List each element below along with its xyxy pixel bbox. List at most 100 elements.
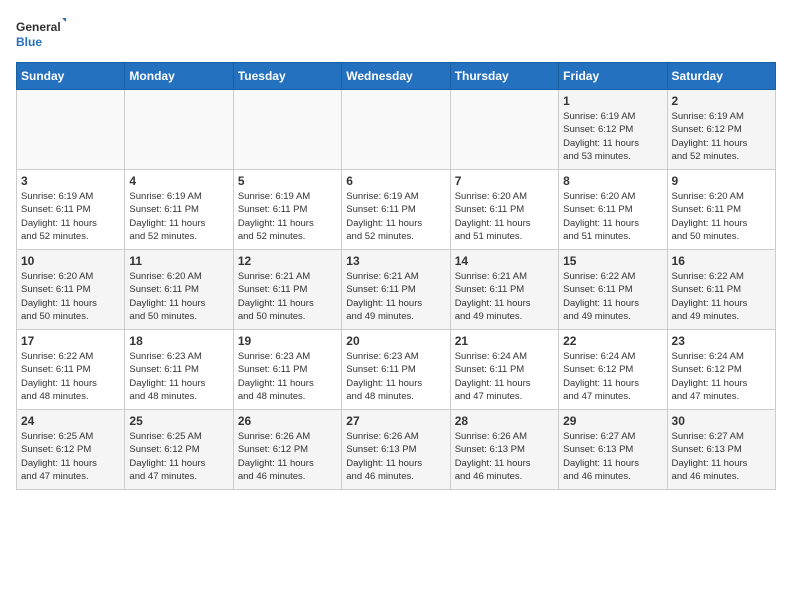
day-info: Sunrise: 6:19 AM Sunset: 6:11 PM Dayligh… (21, 190, 120, 243)
day-info: Sunrise: 6:24 AM Sunset: 6:12 PM Dayligh… (672, 350, 771, 403)
calendar-cell: 16 Sunrise: 6:22 AM Sunset: 6:11 PM Dayli… (667, 250, 775, 330)
day-info: Sunrise: 6:26 AM Sunset: 6:13 PM Dayligh… (346, 430, 445, 483)
day-info: Sunrise: 6:21 AM Sunset: 6:11 PM Dayligh… (455, 270, 554, 323)
week-row-1: 1 Sunrise: 6:19 AM Sunset: 6:12 PM Daylig… (17, 90, 776, 170)
weekday-header-monday: Monday (125, 63, 233, 90)
day-info: Sunrise: 6:23 AM Sunset: 6:11 PM Dayligh… (129, 350, 228, 403)
calendar-cell: 9 Sunrise: 6:20 AM Sunset: 6:11 PM Daylig… (667, 170, 775, 250)
calendar-cell: 20 Sunrise: 6:23 AM Sunset: 6:11 PM Dayli… (342, 330, 450, 410)
day-number: 14 (455, 254, 554, 268)
day-number: 27 (346, 414, 445, 428)
logo-svg: General Blue (16, 16, 66, 52)
day-info: Sunrise: 6:22 AM Sunset: 6:11 PM Dayligh… (563, 270, 662, 323)
day-number: 11 (129, 254, 228, 268)
svg-text:Blue: Blue (16, 35, 42, 49)
calendar-cell: 2 Sunrise: 6:19 AM Sunset: 6:12 PM Daylig… (667, 90, 775, 170)
day-info: Sunrise: 6:19 AM Sunset: 6:12 PM Dayligh… (563, 110, 662, 163)
weekday-header-wednesday: Wednesday (342, 63, 450, 90)
calendar-cell: 19 Sunrise: 6:23 AM Sunset: 6:11 PM Dayli… (233, 330, 341, 410)
day-number: 6 (346, 174, 445, 188)
day-info: Sunrise: 6:22 AM Sunset: 6:11 PM Dayligh… (672, 270, 771, 323)
day-number: 24 (21, 414, 120, 428)
calendar-cell: 24Sunrise: 6:25 AM Sunset: 6:12 PM Dayli… (17, 410, 125, 490)
day-info: Sunrise: 6:20 AM Sunset: 6:11 PM Dayligh… (455, 190, 554, 243)
day-number: 12 (238, 254, 337, 268)
day-number: 29 (563, 414, 662, 428)
calendar-cell: 6Sunrise: 6:19 AM Sunset: 6:11 PM Daylig… (342, 170, 450, 250)
calendar-cell: 18 Sunrise: 6:23 AM Sunset: 6:11 PM Dayli… (125, 330, 233, 410)
day-info: Sunrise: 6:19 AM Sunset: 6:11 PM Dayligh… (129, 190, 228, 243)
calendar-cell: 30 Sunrise: 6:27 AM Sunset: 6:13 PM Dayli… (667, 410, 775, 490)
calendar-cell: 14 Sunrise: 6:21 AM Sunset: 6:11 PM Dayli… (450, 250, 558, 330)
weekday-header-friday: Friday (559, 63, 667, 90)
day-number: 18 (129, 334, 228, 348)
week-row-3: 10 Sunrise: 6:20 AM Sunset: 6:11 PM Dayli… (17, 250, 776, 330)
day-number: 8 (563, 174, 662, 188)
calendar-cell (17, 90, 125, 170)
day-info: Sunrise: 6:24 AM Sunset: 6:12 PM Dayligh… (563, 350, 662, 403)
calendar-cell: 25 Sunrise: 6:25 AM Sunset: 6:12 PM Dayli… (125, 410, 233, 490)
calendar-cell: 27 Sunrise: 6:26 AM Sunset: 6:13 PM Dayli… (342, 410, 450, 490)
day-info: Sunrise: 6:19 AM Sunset: 6:12 PM Dayligh… (672, 110, 771, 163)
day-number: 23 (672, 334, 771, 348)
svg-text:General: General (16, 20, 61, 34)
day-info: Sunrise: 6:26 AM Sunset: 6:12 PM Dayligh… (238, 430, 337, 483)
header: General Blue (16, 16, 776, 52)
day-number: 10 (21, 254, 120, 268)
day-number: 7 (455, 174, 554, 188)
day-info: Sunrise: 6:24 AM Sunset: 6:11 PM Dayligh… (455, 350, 554, 403)
day-info: Sunrise: 6:20 AM Sunset: 6:11 PM Dayligh… (21, 270, 120, 323)
day-info: Sunrise: 6:22 AM Sunset: 6:11 PM Dayligh… (21, 350, 120, 403)
week-row-5: 24 Sunrise: 6:25 AM Sunset: 6:12 PM Dayli… (17, 410, 776, 490)
calendar-cell: 5Sunrise: 6:19 AM Sunset: 6:11 PM Daylig… (233, 170, 341, 250)
day-number: 21 (455, 334, 554, 348)
day-info: Sunrise: 6:27 AM Sunset: 6:13 PM Dayligh… (563, 430, 662, 483)
day-number: 1 (563, 94, 662, 108)
day-number: 22 (563, 334, 662, 348)
day-info: Sunrise: 6:27 AM Sunset: 6:13 PM Dayligh… (672, 430, 771, 483)
day-number: 25 (129, 414, 228, 428)
day-number: 4 (129, 174, 228, 188)
day-info: Sunrise: 6:19 AM Sunset: 6:11 PM Dayligh… (238, 190, 337, 243)
day-info: Sunrise: 6:21 AM Sunset: 6:11 PM Dayligh… (346, 270, 445, 323)
day-info: Sunrise: 6:20 AM Sunset: 6:11 PM Dayligh… (672, 190, 771, 243)
calendar-cell: 15 Sunrise: 6:22 AM Sunset: 6:11 PM Dayli… (559, 250, 667, 330)
calendar-cell: 22 Sunrise: 6:24 AM Sunset: 6:12 PM Dayli… (559, 330, 667, 410)
calendar-cell (233, 90, 341, 170)
weekday-header-tuesday: Tuesday (233, 63, 341, 90)
day-number: 28 (455, 414, 554, 428)
day-number: 26 (238, 414, 337, 428)
day-number: 17 (21, 334, 120, 348)
calendar-cell: 28 Sunrise: 6:26 AM Sunset: 6:13 PM Dayli… (450, 410, 558, 490)
calendar-cell: 8 Sunrise: 6:20 AM Sunset: 6:11 PM Daylig… (559, 170, 667, 250)
day-info: Sunrise: 6:23 AM Sunset: 6:11 PM Dayligh… (238, 350, 337, 403)
day-number: 16 (672, 254, 771, 268)
calendar-cell: 4 Sunrise: 6:19 AM Sunset: 6:11 PM Daylig… (125, 170, 233, 250)
day-number: 9 (672, 174, 771, 188)
calendar-cell: 26 Sunrise: 6:26 AM Sunset: 6:12 PM Dayli… (233, 410, 341, 490)
calendar-cell: 23 Sunrise: 6:24 AM Sunset: 6:12 PM Dayli… (667, 330, 775, 410)
day-info: Sunrise: 6:20 AM Sunset: 6:11 PM Dayligh… (563, 190, 662, 243)
weekday-header-sunday: Sunday (17, 63, 125, 90)
calendar-cell: 7 Sunrise: 6:20 AM Sunset: 6:11 PM Daylig… (450, 170, 558, 250)
calendar-cell: 11 Sunrise: 6:20 AM Sunset: 6:11 PM Dayli… (125, 250, 233, 330)
day-number: 19 (238, 334, 337, 348)
day-info: Sunrise: 6:26 AM Sunset: 6:13 PM Dayligh… (455, 430, 554, 483)
weekday-header-saturday: Saturday (667, 63, 775, 90)
calendar-cell: 12 Sunrise: 6:21 AM Sunset: 6:11 PM Dayli… (233, 250, 341, 330)
day-info: Sunrise: 6:20 AM Sunset: 6:11 PM Dayligh… (129, 270, 228, 323)
calendar-cell (342, 90, 450, 170)
week-row-4: 17 Sunrise: 6:22 AM Sunset: 6:11 PM Dayli… (17, 330, 776, 410)
calendar-cell: 29 Sunrise: 6:27 AM Sunset: 6:13 PM Dayli… (559, 410, 667, 490)
weekday-header-row: SundayMondayTuesdayWednesdayThursdayFrid… (17, 63, 776, 90)
day-number: 2 (672, 94, 771, 108)
day-info: Sunrise: 6:23 AM Sunset: 6:11 PM Dayligh… (346, 350, 445, 403)
day-number: 30 (672, 414, 771, 428)
day-info: Sunrise: 6:21 AM Sunset: 6:11 PM Dayligh… (238, 270, 337, 323)
calendar-cell (450, 90, 558, 170)
day-number: 20 (346, 334, 445, 348)
day-number: 13 (346, 254, 445, 268)
day-info: Sunrise: 6:25 AM Sunset: 6:12 PM Dayligh… (129, 430, 228, 483)
day-number: 15 (563, 254, 662, 268)
week-row-2: 3Sunrise: 6:19 AM Sunset: 6:11 PM Daylig… (17, 170, 776, 250)
